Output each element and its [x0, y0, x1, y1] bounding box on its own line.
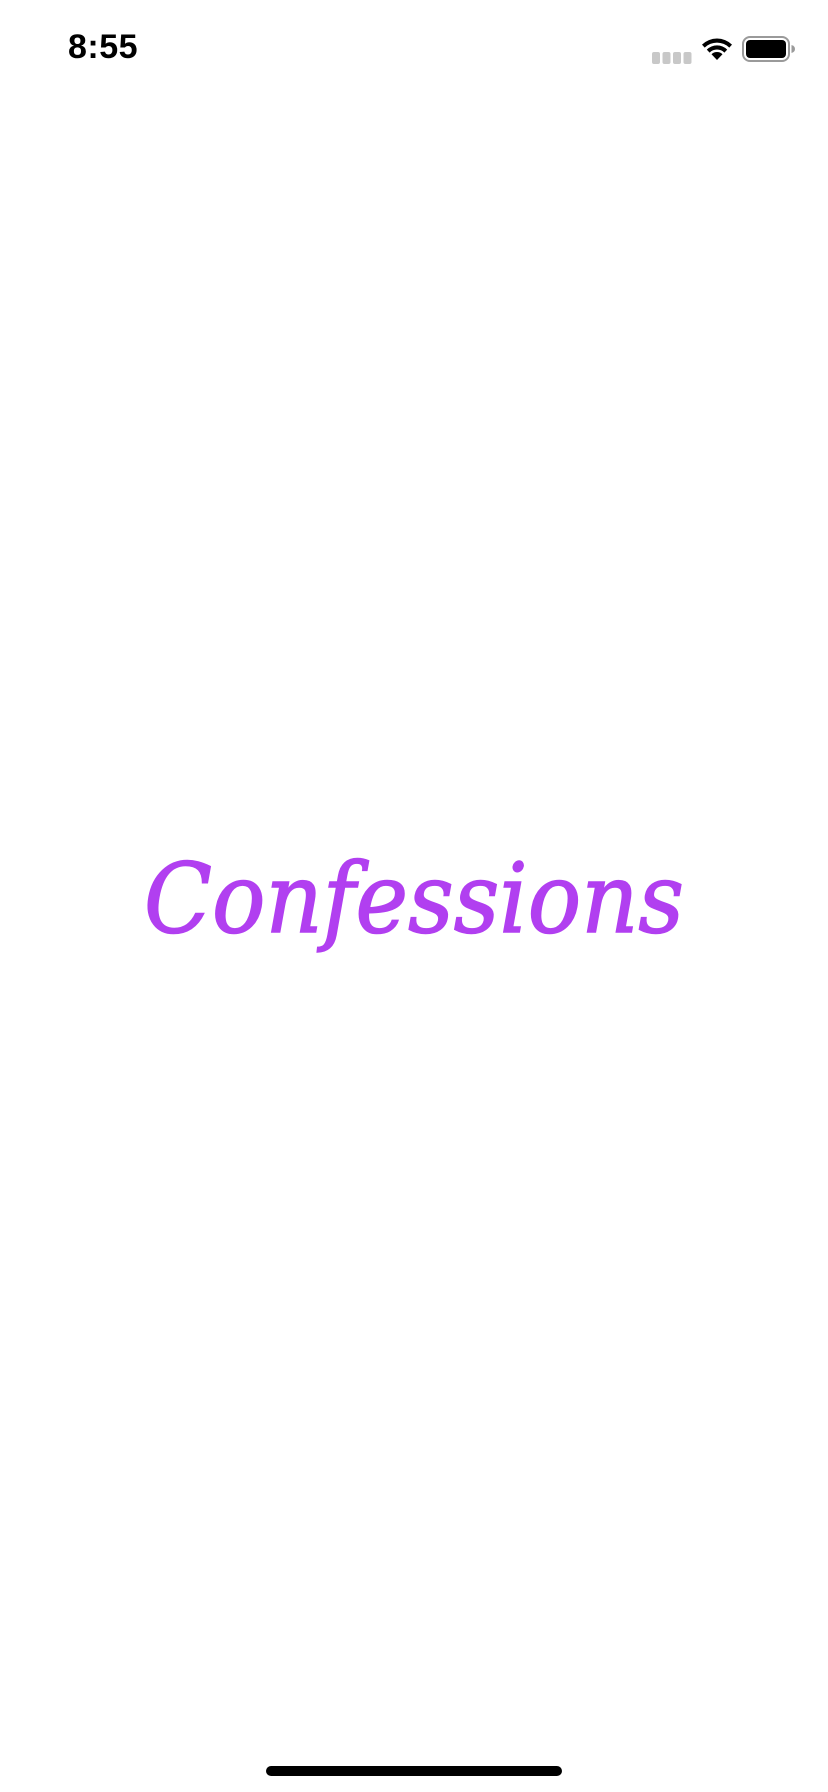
home-indicator[interactable]	[266, 1766, 562, 1776]
app-title: Confessions	[144, 850, 684, 955]
app-logo: Confessions	[143, 850, 685, 956]
splash-screen: Confessions	[0, 0, 828, 1792]
